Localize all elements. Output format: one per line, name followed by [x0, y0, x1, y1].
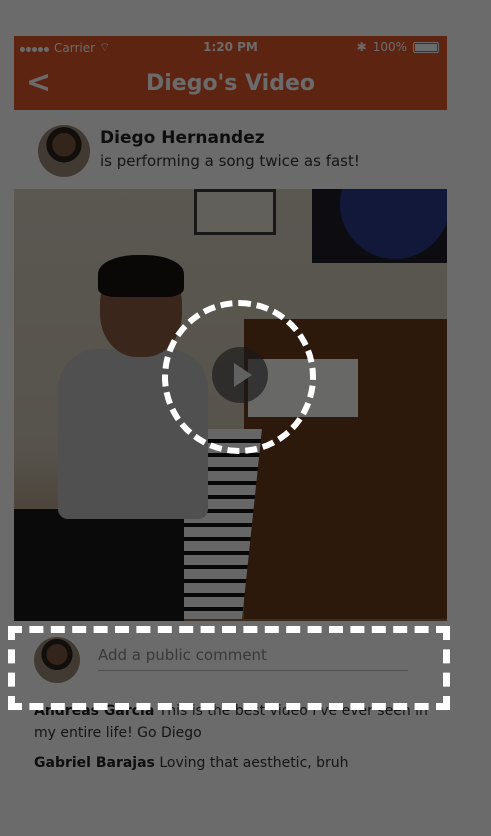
battery-percent: 100%: [372, 40, 407, 54]
phone-screen: Carrier ⌔ 1:20 PM ✱ 100% < Diego's Video…: [14, 36, 447, 836]
comment-list: Andreas Garcia This is the best video I'…: [34, 700, 434, 782]
comment-item: Gabriel Barajas Loving that aesthetic, b…: [34, 752, 434, 774]
play-button[interactable]: [212, 347, 268, 403]
pianist-body: [58, 349, 208, 519]
piano-bench: [14, 509, 184, 621]
page-title: Diego's Video: [145, 71, 316, 96]
user-avatar: [34, 637, 80, 683]
post-caption: is performing a song twice as fast!: [100, 152, 360, 170]
wall-frame: [194, 189, 276, 235]
pianist-hair: [98, 255, 184, 297]
comment-input[interactable]: [98, 640, 408, 671]
comment-author[interactable]: Gabriel Barajas: [34, 755, 155, 771]
nav-bar: < Diego's Video: [14, 58, 447, 110]
comment-composer: [14, 626, 447, 688]
comment-text: Loving that aesthetic, bruh: [159, 755, 349, 771]
comment-author[interactable]: Andreas Garcia: [34, 703, 154, 719]
bluetooth-icon: ✱: [356, 40, 367, 54]
battery-group: ✱ 100%: [357, 40, 439, 54]
status-bar: Carrier ⌔ 1:20 PM ✱ 100%: [14, 36, 447, 58]
author-name[interactable]: Diego Hernandez: [100, 128, 265, 148]
battery-icon: [413, 41, 439, 53]
wall-poster: [312, 189, 447, 263]
comment-item: Andreas Garcia This is the best video I'…: [34, 700, 434, 744]
video-player[interactable]: [14, 189, 447, 621]
post-header: Diego Hernandez is performing a song twi…: [14, 118, 447, 188]
author-avatar[interactable]: [38, 125, 90, 177]
